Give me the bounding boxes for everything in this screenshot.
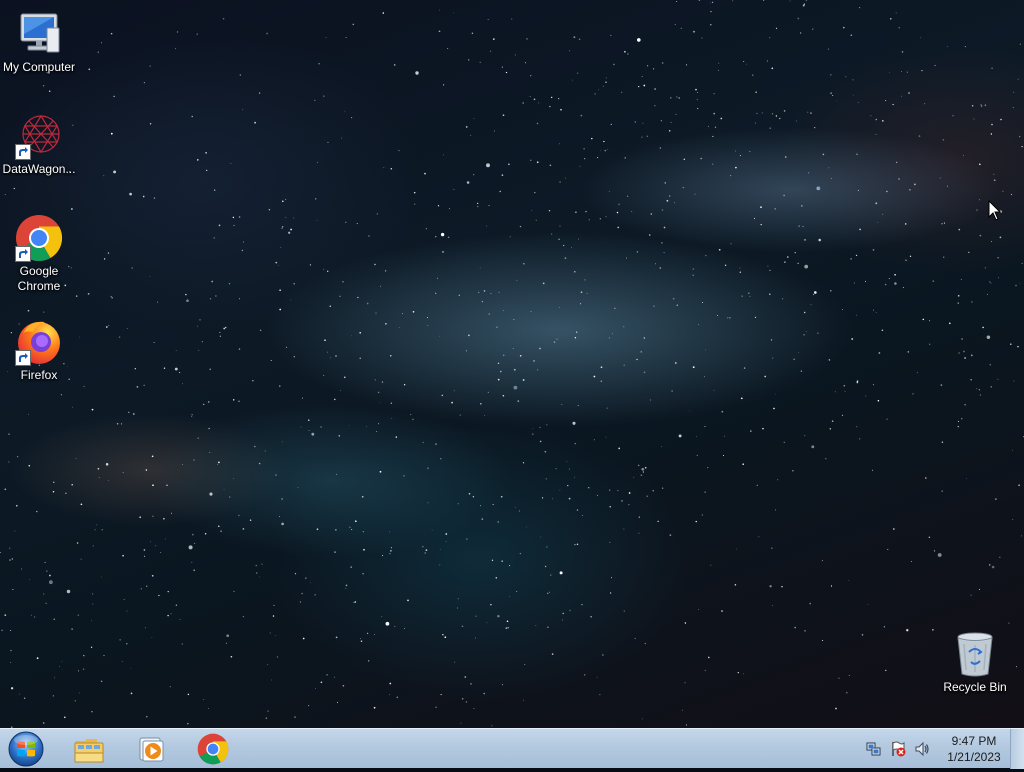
desktop-icon-label: My Computer bbox=[2, 60, 76, 74]
chrome-icon bbox=[197, 733, 229, 765]
datawagon-icon bbox=[15, 112, 63, 160]
starfield bbox=[0, 0, 1024, 728]
desktop-icon-my-computer[interactable]: My Computer bbox=[1, 10, 77, 75]
show-desktop-button[interactable] bbox=[1010, 729, 1024, 769]
speaker-icon[interactable] bbox=[914, 741, 930, 757]
file-explorer-icon bbox=[74, 739, 104, 763]
desktop-icon-label: Google Chrome bbox=[17, 264, 61, 293]
shortcut-arrow-icon bbox=[15, 246, 31, 262]
start-button[interactable] bbox=[6, 731, 46, 767]
desktop-icon-label: Recycle Bin bbox=[943, 680, 1007, 694]
system-clock[interactable]: 9:47 PM 1/21/2023 bbox=[934, 733, 1014, 765]
taskbar-chrome-button[interactable] bbox=[186, 731, 240, 767]
windows-start-icon bbox=[8, 731, 44, 767]
recycle-bin-icon bbox=[951, 630, 999, 678]
computer-icon bbox=[15, 10, 63, 58]
clock-date: 1/21/2023 bbox=[947, 750, 1001, 764]
desktop-icon-google-chrome[interactable]: Google Chrome bbox=[1, 214, 77, 294]
desktop-icon-firefox[interactable]: Firefox bbox=[1, 318, 77, 383]
taskbar-file-explorer-button[interactable] bbox=[62, 731, 116, 767]
firefox-icon bbox=[15, 318, 63, 366]
desktop-wallpaper[interactable] bbox=[0, 0, 1024, 728]
clock-time: 9:47 PM bbox=[951, 734, 997, 748]
desktop-icon-label: Firefox bbox=[20, 368, 58, 382]
shortcut-arrow-icon bbox=[15, 350, 31, 366]
network-icon[interactable] bbox=[866, 741, 882, 757]
taskbar-media-player-button[interactable] bbox=[124, 731, 178, 767]
action-center-flag-icon[interactable] bbox=[890, 741, 906, 757]
shortcut-arrow-icon bbox=[15, 144, 31, 160]
taskbar: 9:47 PM 1/21/2023 bbox=[0, 728, 1024, 769]
desktop-icon-recycle-bin[interactable]: Recycle Bin bbox=[937, 630, 1013, 695]
desktop-icon-label: DataWagon... bbox=[2, 162, 76, 176]
desktop-icon-datawagon[interactable]: DataWagon... bbox=[1, 112, 77, 177]
chrome-icon bbox=[15, 214, 63, 262]
mouse-cursor-icon bbox=[988, 199, 1002, 227]
media-player-icon bbox=[139, 737, 164, 762]
